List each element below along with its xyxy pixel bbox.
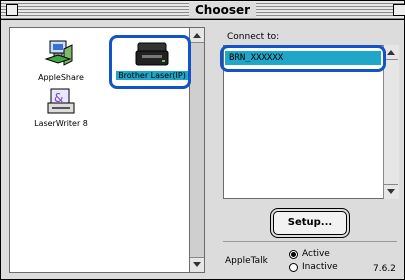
list-scroll-up-arrow[interactable] [384,45,398,60]
arrow-down-icon [387,189,395,194]
appletalk-label: AppleTalk [225,256,268,266]
appletalk-active-label: Active [302,249,330,259]
device-highlight-ring [109,35,191,89]
radio-active[interactable] [289,249,298,259]
device-label-laserwriter: LaserWriter 8 [34,119,88,128]
zoom-box[interactable] [393,4,405,16]
device-laserwriter[interactable]: & LaserWriter 8 [27,87,95,128]
arrow-up-icon [193,33,201,38]
scroll-up-arrow[interactable] [190,28,204,43]
laserwriter-icon: & [47,88,75,114]
appletalk-active-option[interactable]: Active [289,249,330,259]
connect-to-label: Connect to: [227,32,280,42]
device-label-appleshare: AppleShare [38,73,84,82]
title-bar[interactable]: Chooser [1,1,405,20]
version-label: 7.6.2 [373,264,396,274]
connect-list-scrollbar[interactable] [383,45,399,199]
arrow-up-icon [387,50,395,55]
appletalk-inactive-option[interactable]: Inactive [289,262,338,272]
close-box[interactable] [6,4,18,16]
device-appleshare[interactable]: AppleShare [31,37,91,82]
list-scroll-down-arrow[interactable] [384,184,398,199]
scroll-down-arrow[interactable] [190,257,204,272]
setup-button[interactable]: Setup... [273,211,347,235]
connect-highlight-ring [220,45,386,72]
radio-inactive[interactable] [289,262,298,272]
device-list-scrollbar[interactable] [189,27,205,273]
appleshare-icon [44,40,73,66]
chooser-window: Chooser AppleShare Brother Laser(IP) & L… [0,0,405,280]
window-title: Chooser [189,2,257,18]
arrow-down-icon [193,262,201,267]
divider [223,241,397,242]
appletalk-inactive-label: Inactive [302,262,338,272]
